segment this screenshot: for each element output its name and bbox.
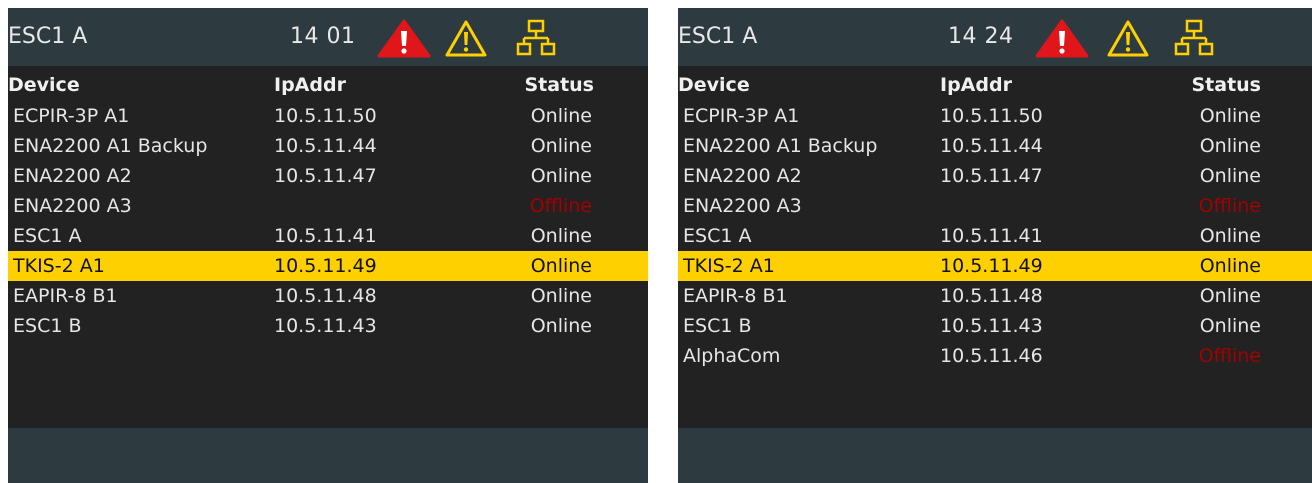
- table-header: Device IpAddr Status: [8, 70, 648, 100]
- device-name: ENA2200 A2: [13, 165, 132, 187]
- device-status: Online: [530, 135, 592, 157]
- device-status: Online: [1199, 315, 1261, 337]
- table-row[interactable]: EAPIR-8 B1 10.5.11.48 Online: [678, 281, 1312, 311]
- table-header: Device IpAddr Status: [678, 70, 1312, 100]
- device-status-screen-right: ESC1 A 14 24 Device IpAddr Status ECPIR-…: [678, 8, 1312, 483]
- device-name: ESC1 A: [683, 225, 752, 247]
- device-ip: 10.5.11.44: [274, 135, 377, 157]
- device-name: ENA2200 A1 Backup: [13, 135, 208, 157]
- column-header-device: Device: [678, 74, 750, 96]
- device-name: ENA2200 A3: [13, 195, 132, 217]
- device-status: Online: [530, 105, 592, 127]
- network-icon[interactable]: [1174, 18, 1214, 62]
- device-ip: 10.5.11.49: [940, 255, 1043, 277]
- device-name: ESC1 B: [683, 315, 752, 337]
- device-status: Online: [530, 315, 592, 337]
- column-header-ip: IpAddr: [274, 74, 346, 96]
- device-name: ECPIR-3P A1: [13, 105, 130, 127]
- device-name: ENA2200 A1 Backup: [683, 135, 878, 157]
- table-row-selected[interactable]: TKIS-2 A1 10.5.11.49 Online: [8, 251, 648, 281]
- device-name: ENA2200 A3: [683, 195, 802, 217]
- warning-icon[interactable]: [444, 18, 488, 62]
- device-ip: 10.5.11.41: [940, 225, 1043, 247]
- device-status: Online: [1199, 255, 1261, 277]
- device-name: ECPIR-3P A1: [683, 105, 800, 127]
- device-status: Online: [530, 165, 592, 187]
- device-name: EAPIR-8 B1: [13, 285, 118, 307]
- device-ip: 10.5.11.46: [940, 345, 1043, 367]
- device-ip: 10.5.11.49: [274, 255, 377, 277]
- device-ip: 10.5.11.48: [940, 285, 1043, 307]
- footer-bar: [678, 428, 1312, 483]
- device-ip: 10.5.11.44: [940, 135, 1043, 157]
- table-row[interactable]: ECPIR-3P A1 10.5.11.50 Online: [678, 101, 1312, 131]
- table-row[interactable]: ESC1 B 10.5.11.43 Online: [678, 311, 1312, 341]
- device-name: AlphaCom: [683, 345, 781, 367]
- device-name: ESC1 B: [13, 315, 82, 337]
- device-status: Online: [1199, 225, 1261, 247]
- device-status-screen-left: ESC1 A 14 01 Device IpAddr Status ECPIR-…: [8, 8, 648, 483]
- table-row[interactable]: ESC1 B 10.5.11.43 Online: [8, 311, 648, 341]
- header-bar: ESC1 A 14 01: [8, 8, 648, 66]
- device-status: Online: [530, 225, 592, 247]
- device-ip: 10.5.11.48: [274, 285, 377, 307]
- device-status: Offline: [1198, 195, 1261, 217]
- header-bar: ESC1 A 14 24: [678, 8, 1312, 66]
- device-status: Online: [1199, 135, 1261, 157]
- device-name: ESC1 A: [13, 225, 82, 247]
- device-name: ENA2200 A2: [683, 165, 802, 187]
- device-name: TKIS-2 A1: [683, 255, 775, 277]
- device-status: Online: [1199, 105, 1261, 127]
- device-name: TKIS-2 A1: [13, 255, 105, 277]
- device-ip: 10.5.11.47: [274, 165, 377, 187]
- alarm-icon[interactable]: [376, 18, 432, 62]
- device-name: EAPIR-8 B1: [683, 285, 788, 307]
- device-status: Offline: [1198, 345, 1261, 367]
- device-status: Online: [530, 255, 592, 277]
- clock-time: 14 24: [948, 24, 1014, 49]
- device-ip: 10.5.11.50: [274, 105, 377, 127]
- device-ip: 10.5.11.47: [940, 165, 1043, 187]
- device-ip: 10.5.11.43: [274, 315, 377, 337]
- station-title: ESC1 A: [678, 24, 758, 49]
- device-status: Online: [1199, 285, 1261, 307]
- table-row[interactable]: ENA2200 A2 10.5.11.47 Online: [678, 161, 1312, 191]
- column-header-status: Status: [524, 74, 594, 96]
- table-row[interactable]: ENA2200 A2 10.5.11.47 Online: [8, 161, 648, 191]
- column-header-ip: IpAddr: [940, 74, 1012, 96]
- table-row[interactable]: ENA2200 A1 Backup 10.5.11.44 Online: [8, 131, 648, 161]
- network-icon[interactable]: [516, 18, 556, 62]
- column-header-status: Status: [1191, 74, 1261, 96]
- table-row[interactable]: EAPIR-8 B1 10.5.11.48 Online: [8, 281, 648, 311]
- table-row[interactable]: ENA2200 A3 Offline: [678, 191, 1312, 221]
- device-status: Offline: [529, 195, 592, 217]
- device-status: Online: [530, 285, 592, 307]
- clock-time: 14 01: [290, 24, 356, 49]
- device-ip: 10.5.11.43: [940, 315, 1043, 337]
- column-header-device: Device: [8, 74, 80, 96]
- table-row[interactable]: ENA2200 A3 Offline: [8, 191, 648, 221]
- table-row[interactable]: ESC1 A 10.5.11.41 Online: [678, 221, 1312, 251]
- table-row[interactable]: ENA2200 A1 Backup 10.5.11.44 Online: [678, 131, 1312, 161]
- table-row[interactable]: AlphaCom 10.5.11.46 Offline: [678, 341, 1312, 371]
- device-status: Online: [1199, 165, 1261, 187]
- device-ip: 10.5.11.50: [940, 105, 1043, 127]
- table-row-selected[interactable]: TKIS-2 A1 10.5.11.49 Online: [678, 251, 1312, 281]
- table-row[interactable]: ESC1 A 10.5.11.41 Online: [8, 221, 648, 251]
- station-title: ESC1 A: [8, 24, 88, 49]
- table-row[interactable]: ECPIR-3P A1 10.5.11.50 Online: [8, 101, 648, 131]
- device-ip: 10.5.11.41: [274, 225, 377, 247]
- warning-icon[interactable]: [1106, 18, 1150, 62]
- alarm-icon[interactable]: [1034, 18, 1090, 62]
- footer-bar: [8, 428, 648, 483]
